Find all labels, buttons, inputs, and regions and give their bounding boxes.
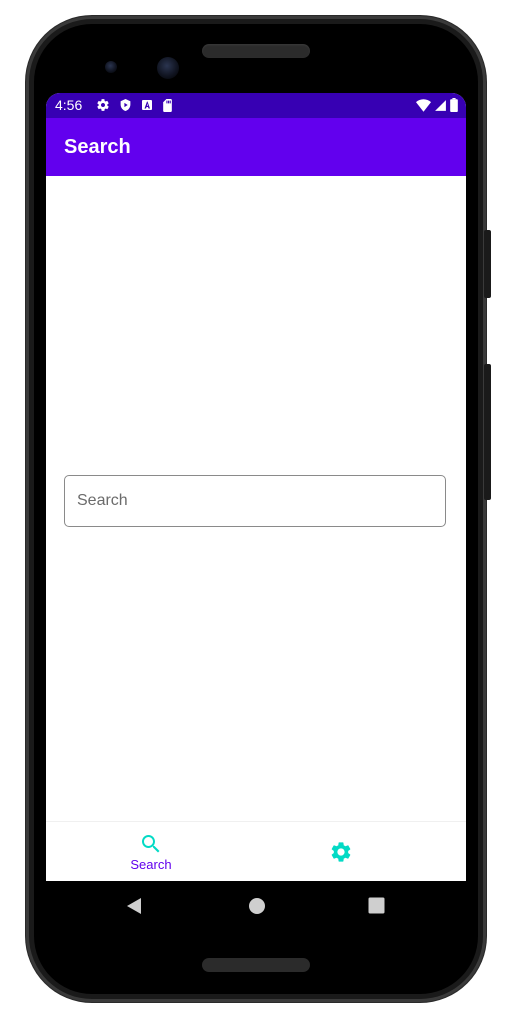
screen: 4:56 Search Search [46, 93, 466, 881]
search-field[interactable] [64, 475, 446, 527]
volume-button [484, 364, 491, 500]
front-camera [157, 57, 179, 79]
power-button [484, 230, 491, 298]
recents-icon[interactable] [368, 897, 385, 914]
gear-icon [97, 99, 109, 111]
search-icon [142, 835, 160, 853]
signal-icon [435, 99, 446, 111]
battery-icon [450, 98, 458, 112]
notification-icons [96, 98, 173, 112]
status-time: 4:56 [55, 97, 83, 113]
wifi-icon [416, 98, 431, 112]
a-icon [142, 100, 152, 110]
system-navigation-bar [46, 881, 466, 931]
main-content [46, 176, 466, 821]
search-input[interactable] [65, 476, 445, 526]
play-protect-icon [120, 99, 131, 111]
home-icon[interactable] [248, 897, 266, 915]
sensor [105, 61, 117, 73]
system-status-icons [416, 98, 458, 112]
earpiece-speaker [202, 44, 310, 58]
status-bar: 4:56 [46, 93, 466, 118]
back-icon[interactable] [126, 897, 142, 915]
sd-card-icon [163, 98, 172, 112]
nav-item-settings[interactable] [236, 822, 446, 881]
gear-icon [331, 842, 351, 862]
nav-item-search[interactable]: Search [46, 822, 256, 881]
bottom-navigation: Search [46, 821, 466, 881]
page-title: Search [64, 136, 131, 158]
bottom-speaker [202, 958, 310, 972]
app-bar: Search [46, 118, 466, 176]
nav-label-search: Search [130, 857, 172, 872]
